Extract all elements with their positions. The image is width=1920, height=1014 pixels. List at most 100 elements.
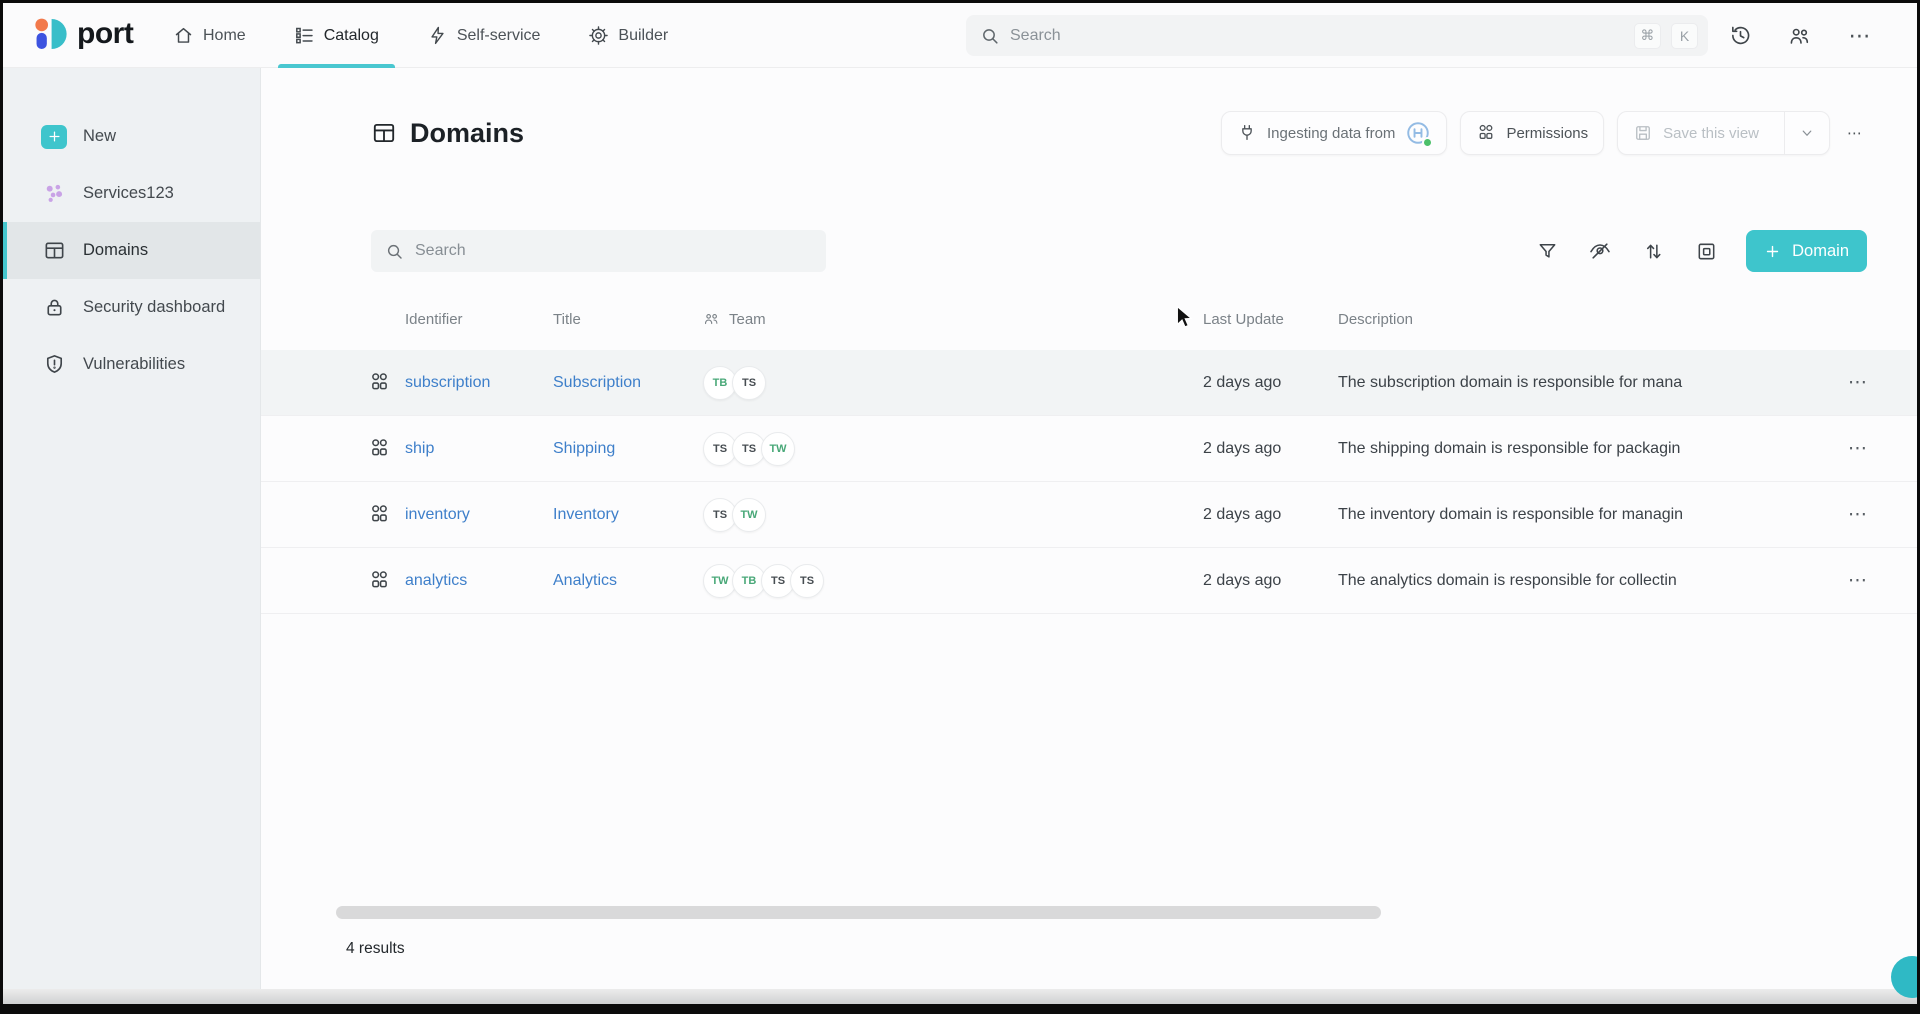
services-cluster-icon (41, 181, 67, 207)
main-content: Domains Ingesting data from Permissions (261, 68, 1917, 1004)
column-header-last-update[interactable]: Last Update (1203, 311, 1338, 328)
cmd-keycap: ⌘ (1634, 23, 1661, 49)
team-icon (703, 310, 721, 328)
row-kebab-menu-icon[interactable]: ⋯ (1848, 503, 1908, 526)
column-header-identifier[interactable]: Identifier (405, 311, 553, 328)
history-icon[interactable] (1725, 21, 1755, 51)
entity-icon (366, 568, 392, 594)
table-body: subscription Subscription TB TS 2 days a… (261, 350, 1917, 614)
row-kebab-menu-icon[interactable]: ⋯ (1848, 437, 1908, 460)
save-view-button[interactable]: Save this view (1618, 112, 1774, 154)
lightning-bolt-icon (427, 25, 448, 46)
title-link[interactable]: Analytics (553, 572, 703, 590)
identifier-link[interactable]: ship (405, 440, 553, 458)
sidebar-item-domains[interactable]: Domains (3, 222, 260, 279)
nav-tab-label: Self-service (457, 27, 541, 45)
title-link[interactable]: Subscription (553, 374, 703, 392)
last-update-cell: 2 days ago (1203, 374, 1338, 392)
team-avatar[interactable]: TW (761, 432, 795, 466)
app-window: port Home Catalog Self-service Builder (0, 0, 1920, 1014)
catalog-icon (294, 25, 315, 46)
add-domain-button[interactable]: Domain (1746, 230, 1867, 272)
plus-icon (1764, 243, 1781, 260)
sidebar-item-services123[interactable]: Services123 (3, 165, 260, 222)
table-search-input[interactable] (415, 242, 812, 260)
add-domain-label: Domain (1792, 242, 1849, 261)
entity-icon (366, 370, 392, 396)
permissions-label: Permissions (1506, 125, 1588, 142)
lock-icon (41, 295, 67, 321)
global-search-bar[interactable]: ⌘ K (966, 15, 1708, 56)
table-row-analytics[interactable]: analytics Analytics TW TB TS TS 2 days a… (261, 548, 1917, 614)
table-search-bar[interactable] (371, 230, 826, 272)
nav-tab-label: Builder (618, 27, 668, 45)
description-cell: The subscription domain is responsible f… (1338, 374, 1848, 392)
horizontal-scrollbar[interactable] (336, 906, 1381, 919)
team-avatar[interactable]: TS (790, 564, 824, 598)
last-update-cell: 2 days ago (1203, 572, 1338, 590)
page-more-options-icon[interactable]: ⋯ (1843, 111, 1867, 155)
sidebar-item-label: Domains (83, 241, 148, 260)
hide-columns-icon[interactable] (1587, 238, 1613, 264)
description-cell: The analytics domain is responsible for … (1338, 572, 1848, 590)
nav-tab-self-service[interactable]: Self-service (427, 3, 541, 68)
global-search-input[interactable] (1010, 27, 1624, 45)
team-avatars: TB TS (703, 366, 1203, 400)
table-row-inventory[interactable]: inventory Inventory TS TW 2 days ago The… (261, 482, 1917, 548)
page-header: Domains Ingesting data from Permissions (371, 106, 1867, 160)
sort-icon[interactable] (1640, 238, 1666, 264)
home-icon (173, 25, 194, 46)
row-kebab-menu-icon[interactable]: ⋯ (1848, 371, 1908, 394)
title-link[interactable]: Inventory (553, 506, 703, 524)
team-avatars: TW TB TS TS (703, 564, 1203, 598)
save-view-dropdown-button[interactable] (1784, 112, 1829, 154)
table-tools (1534, 238, 1719, 264)
save-view-split-button: Save this view (1617, 111, 1830, 155)
sidebar-item-label: Security dashboard (83, 298, 225, 317)
shield-alert-icon (41, 352, 67, 378)
members-icon[interactable] (1785, 21, 1815, 51)
description-cell: The shipping domain is responsible for p… (1338, 440, 1848, 458)
team-avatars: TS TW (703, 498, 1203, 532)
port-logo[interactable]: port (31, 15, 133, 53)
team-avatars: TS TS TW (703, 432, 1203, 466)
nav-tab-label: Catalog (324, 27, 379, 45)
column-header-description[interactable]: Description (1338, 311, 1848, 328)
table-row-subscription[interactable]: subscription Subscription TB TS 2 days a… (261, 350, 1917, 416)
table-icon (371, 120, 397, 146)
column-header-team[interactable]: Team (703, 310, 1203, 328)
last-update-cell: 2 days ago (1203, 506, 1338, 524)
row-kebab-menu-icon[interactable]: ⋯ (1848, 569, 1908, 592)
table-icon (41, 238, 67, 264)
catalog-sidebar: New Services123 Domains Security dashboa… (3, 68, 261, 1004)
team-avatar[interactable]: TS (732, 366, 766, 400)
nav-tab-label: Home (203, 27, 246, 45)
identifier-link[interactable]: analytics (405, 572, 553, 590)
identifier-link[interactable]: inventory (405, 506, 553, 524)
more-options-icon[interactable]: ⋯ (1845, 21, 1875, 51)
filter-icon[interactable] (1534, 238, 1560, 264)
nav-tab-builder[interactable]: Builder (588, 3, 668, 68)
group-by-icon[interactable] (1693, 238, 1719, 264)
main-nav: Home Catalog Self-service Builder (173, 3, 668, 68)
sidebar-item-new[interactable]: New (3, 108, 260, 165)
last-update-cell: 2 days ago (1203, 440, 1338, 458)
column-header-title[interactable]: Title (553, 311, 703, 328)
identifier-link[interactable]: subscription (405, 374, 553, 392)
sidebar-item-vulnerabilities[interactable]: Vulnerabilities (3, 336, 260, 393)
ingesting-label: Ingesting data from (1267, 125, 1395, 142)
nav-tab-home[interactable]: Home (173, 3, 246, 68)
domains-table: Identifier Title Team Last Update Descri… (261, 288, 1917, 614)
floppy-disk-icon (1633, 123, 1653, 143)
team-avatar[interactable]: TW (732, 498, 766, 532)
top-navigation-bar: port Home Catalog Self-service Builder (3, 3, 1917, 68)
ingesting-data-button[interactable]: Ingesting data from (1221, 111, 1447, 155)
table-row-ship[interactable]: ship Shipping TS TS TW 2 days ago The sh… (261, 416, 1917, 482)
status-green-dot (1422, 137, 1433, 148)
window-bottom-shadow (3, 989, 1917, 1004)
sidebar-item-security-dashboard[interactable]: Security dashboard (3, 279, 260, 336)
nav-tab-catalog[interactable]: Catalog (294, 3, 379, 68)
permissions-button[interactable]: Permissions (1460, 111, 1604, 155)
topbar-icons: ⋯ (1725, 3, 1875, 68)
title-link[interactable]: Shipping (553, 440, 703, 458)
